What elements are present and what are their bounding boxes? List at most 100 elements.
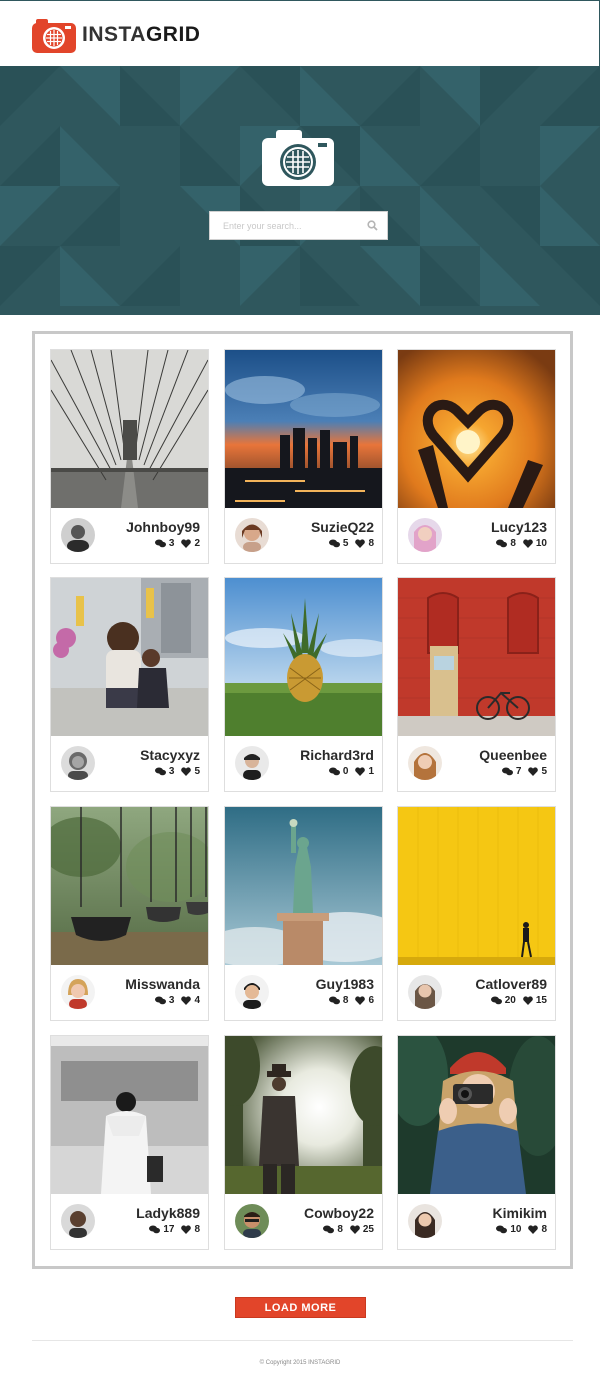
search-button[interactable]	[357, 212, 387, 239]
copyright-text: © Copyright 2015 INSTAGRID	[259, 1360, 341, 1366]
photo-card[interactable]: Misswanda 3 4	[50, 806, 209, 1021]
avatar[interactable]	[408, 975, 442, 1009]
comments-count: 20	[490, 995, 516, 1006]
photo-card[interactable]: Catlover89 20 15	[397, 806, 556, 1021]
photo-card[interactable]: Johnboy99 3 2	[50, 349, 209, 564]
username[interactable]: Lucy123	[491, 519, 547, 535]
comments-icon	[323, 1225, 335, 1234]
load-more-button[interactable]: LOAD MORE	[235, 1297, 366, 1318]
camera-icon	[262, 130, 334, 186]
photo-pineapple-grass[interactable]	[225, 578, 382, 736]
avatar[interactable]	[408, 746, 442, 780]
comments-count: 7	[501, 766, 521, 777]
heart-icon	[350, 1225, 360, 1234]
photo-man-forest-sun[interactable]	[225, 1036, 382, 1194]
stats: 8 6	[322, 995, 374, 1006]
card-info: Stacyxyz 3 5	[51, 736, 208, 791]
photo-card[interactable]: Queenbee 7 5	[397, 577, 556, 792]
likes-count: 8	[528, 1224, 547, 1235]
username[interactable]: Queenbee	[479, 747, 547, 763]
heart-icon	[355, 539, 366, 548]
photo-bridge[interactable]	[51, 350, 208, 508]
photo-statue-of-liberty[interactable]	[225, 807, 382, 965]
logo[interactable]: INSTAGRID	[32, 17, 200, 53]
photo-girl-camera-red-beanie[interactable]	[398, 1036, 555, 1194]
stats: 17 8	[142, 1224, 200, 1235]
comments-count: 3	[154, 538, 174, 549]
avatar[interactable]	[61, 1204, 95, 1238]
comments-icon	[328, 539, 340, 548]
photo-red-wall-bicycle[interactable]	[398, 578, 555, 736]
username[interactable]: Catlover89	[475, 976, 547, 992]
comments-count: 8	[328, 995, 348, 1006]
heart-icon	[181, 539, 192, 548]
avatar[interactable]	[61, 746, 95, 780]
likes-count: 25	[350, 1224, 374, 1235]
stats: 7 5	[495, 766, 547, 777]
card-info: Richard3rd 0 1	[225, 736, 382, 791]
photo-card[interactable]: Richard3rd 0 1	[224, 577, 383, 792]
photo-city-sunset[interactable]	[225, 350, 382, 508]
username[interactable]: Kimikim	[493, 1205, 547, 1221]
photo-card[interactable]: SuzieQ22 5 8	[224, 349, 383, 564]
card-info: Ladyk889 17 8	[51, 1194, 208, 1249]
username[interactable]: Ladyk889	[136, 1205, 200, 1221]
username[interactable]: Misswanda	[125, 976, 200, 992]
avatar[interactable]	[408, 1204, 442, 1238]
photo-card[interactable]: Kimikim 10 8	[397, 1035, 556, 1250]
avatar[interactable]	[235, 746, 269, 780]
avatar[interactable]	[61, 975, 95, 1009]
photo-heart-hands-sunset[interactable]	[398, 350, 555, 508]
photo-card[interactable]: Lucy123 8 10	[397, 349, 556, 564]
username[interactable]: Johnboy99	[126, 519, 200, 535]
photo-yellow-wall[interactable]	[398, 807, 555, 965]
hero-banner	[0, 66, 600, 315]
heart-icon	[355, 996, 366, 1005]
photo-card[interactable]: Ladyk889 17 8	[50, 1035, 209, 1250]
heart-icon	[181, 996, 192, 1005]
likes-count: 5	[528, 766, 547, 777]
username[interactable]: Richard3rd	[300, 747, 374, 763]
photo-card[interactable]: Cowboy22 8 25	[224, 1035, 383, 1250]
photo-mother-child-street[interactable]	[51, 578, 208, 736]
comments-count: 8	[323, 1224, 343, 1235]
username[interactable]: Stacyxyz	[140, 747, 200, 763]
photo-card[interactable]: Guy1983 8 6	[224, 806, 383, 1021]
likes-count: 6	[355, 995, 374, 1006]
logo-grid: GRID	[145, 23, 201, 46]
photo-subway-woman[interactable]	[51, 1036, 208, 1194]
username[interactable]: SuzieQ22	[311, 519, 374, 535]
comments-icon	[496, 539, 508, 548]
comments-icon	[501, 767, 513, 776]
card-info: Catlover89 20 15	[398, 965, 555, 1020]
avatar[interactable]	[235, 518, 269, 552]
comments-icon	[154, 996, 166, 1005]
comments-count: 17	[149, 1224, 174, 1235]
stats: 10 8	[489, 1224, 547, 1235]
username[interactable]: Cowboy22	[304, 1205, 374, 1221]
photo-card[interactable]: Stacyxyz 3 5	[50, 577, 209, 792]
heart-icon	[523, 539, 533, 548]
comments-icon	[154, 767, 166, 776]
avatar[interactable]	[235, 1204, 269, 1238]
avatar[interactable]	[408, 518, 442, 552]
card-info: Guy1983 8 6	[225, 965, 382, 1020]
search-input[interactable]	[210, 212, 357, 239]
card-info: Johnboy99 3 2	[51, 508, 208, 563]
comments-icon	[154, 539, 166, 548]
avatar[interactable]	[235, 975, 269, 1009]
comments-count: 8	[496, 538, 516, 549]
avatar[interactable]	[61, 518, 95, 552]
search-bar	[209, 211, 388, 240]
photo-swings-park[interactable]	[51, 807, 208, 965]
footer-divider	[32, 1340, 573, 1341]
likes-count: 4	[181, 995, 200, 1006]
card-info: Misswanda 3 4	[51, 965, 208, 1020]
site-header: INSTAGRID	[0, 0, 600, 66]
logo-text: INSTAGRID	[82, 23, 200, 47]
card-info: Kimikim 10 8	[398, 1194, 555, 1249]
search-icon	[366, 220, 378, 231]
likes-count: 5	[181, 766, 200, 777]
username[interactable]: Guy1983	[316, 976, 374, 992]
stats: 3 5	[148, 766, 200, 777]
